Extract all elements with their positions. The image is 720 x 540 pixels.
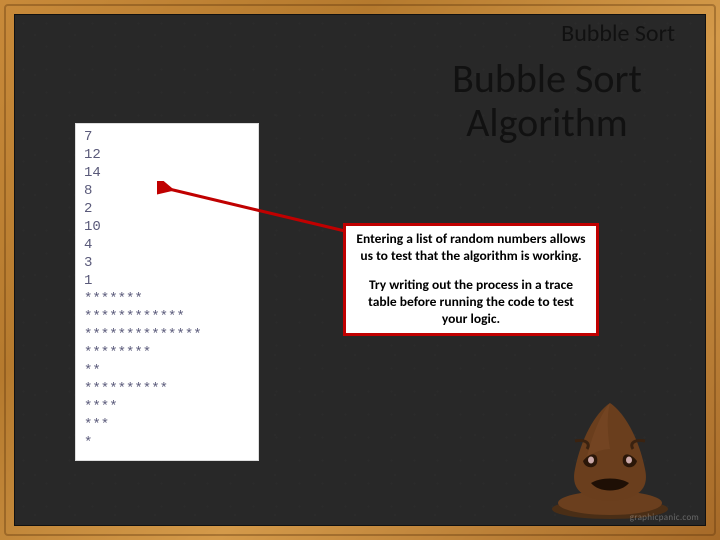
callout-paragraph-1: Entering a list of random numbers allows… xyxy=(356,231,586,265)
callout-paragraph-2: Try writing out the process in a trace t… xyxy=(356,277,586,328)
main-title: Bubble Sort Algorithm xyxy=(417,57,677,145)
chalkboard: Bubble Sort Bubble Sort Algorithm 7 12 1… xyxy=(14,14,706,526)
output-panel: 7 12 14 8 2 10 4 3 1 ******* ***********… xyxy=(75,123,259,461)
watermark: graphicpanic.com xyxy=(630,512,699,523)
wooden-frame: Bubble Sort Bubble Sort Algorithm 7 12 1… xyxy=(0,0,720,540)
callout-box: Entering a list of random numbers allows… xyxy=(343,223,599,336)
sorting-hat-icon xyxy=(545,391,675,521)
page-header-title: Bubble Sort xyxy=(561,19,675,48)
